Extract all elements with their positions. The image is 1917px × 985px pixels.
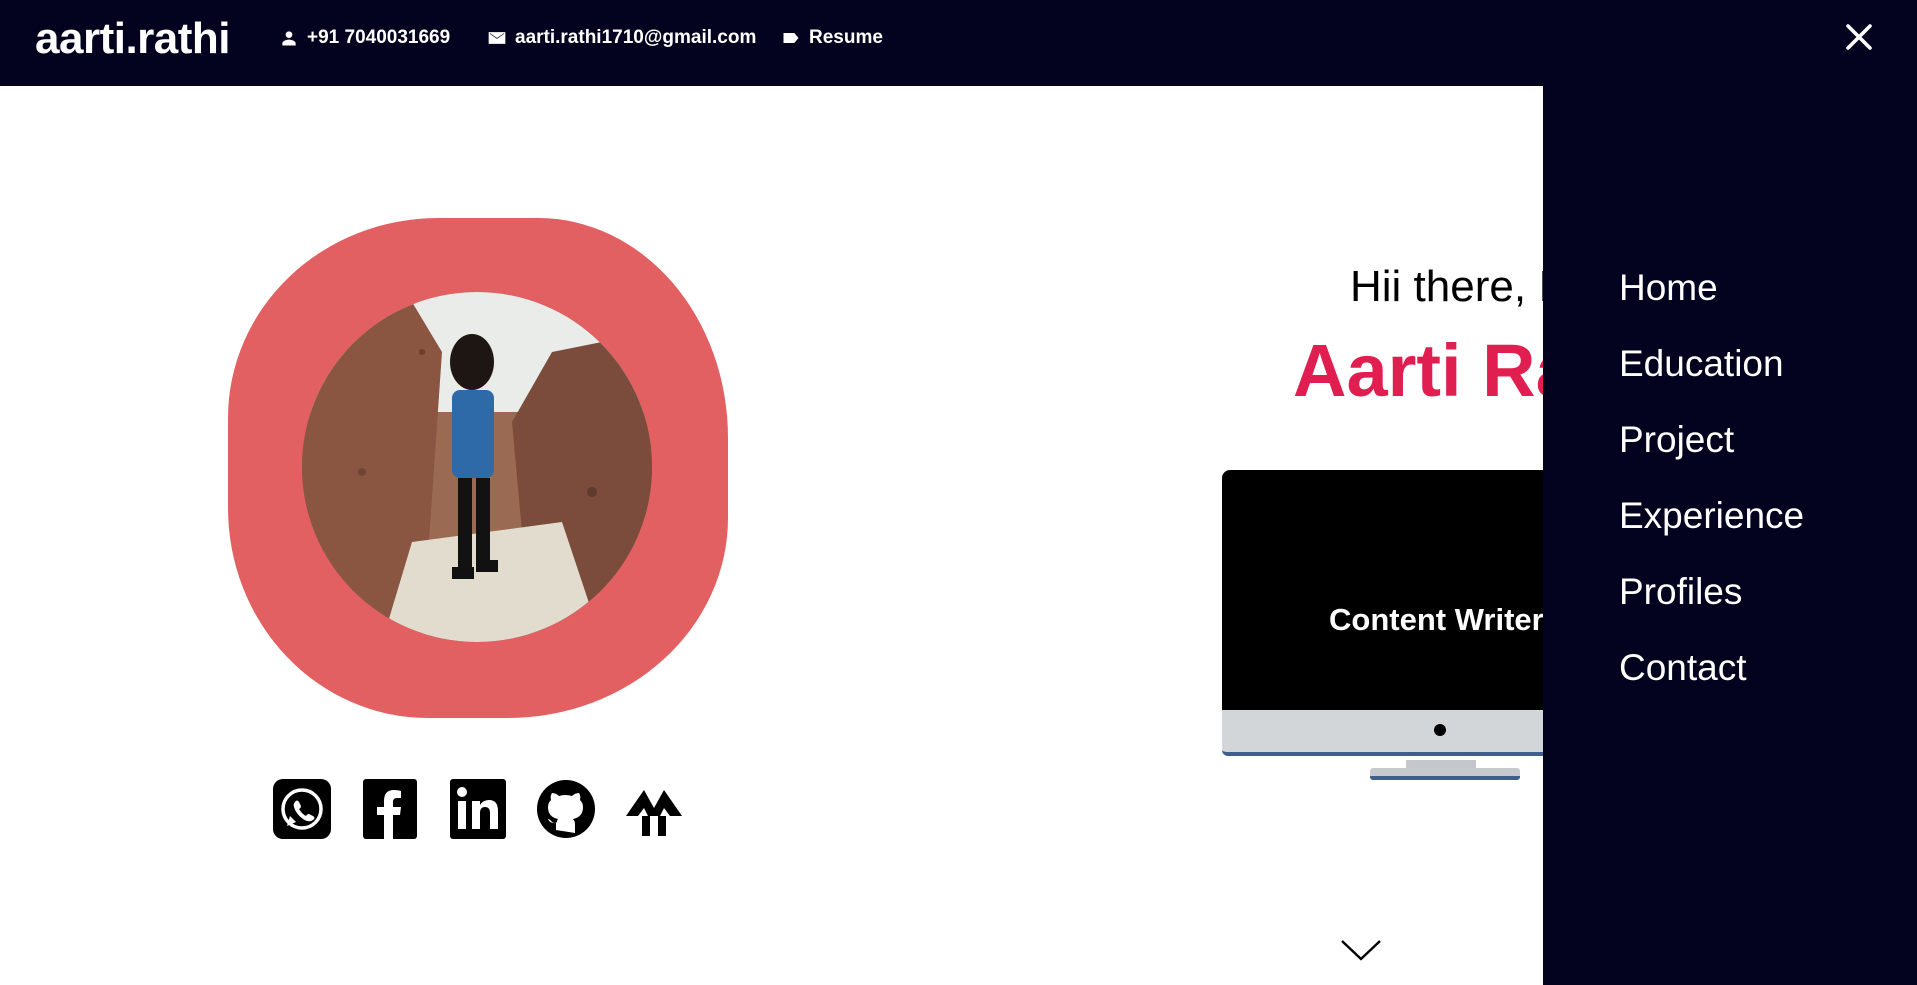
menu-item-project[interactable]: Project [1619, 418, 1804, 494]
menu-list: Home Education Project Experience Profil… [1619, 266, 1804, 722]
greeting-text: Hii there, I [1350, 262, 1551, 311]
scroll-down-button[interactable] [1340, 938, 1382, 962]
social-links [272, 778, 684, 840]
facebook-icon [363, 779, 417, 839]
codechef-link[interactable] [624, 778, 684, 840]
mail-icon [487, 28, 507, 48]
hero-name: Aarti Ra [1293, 329, 1577, 412]
side-menu: Home Education Project Experience Profil… [1543, 86, 1917, 985]
profile-photo [302, 292, 652, 642]
resume-text: Resume [809, 27, 883, 48]
phone-text: +91 7040031669 [307, 27, 451, 48]
top-navbar: aarti.rathi +91 7040031669 aarti.rathi17… [0, 0, 1917, 86]
codechef-icon [626, 790, 682, 836]
email-link[interactable]: aarti.rathi1710@gmail.com [487, 26, 756, 50]
person-icon [279, 28, 299, 48]
linkedin-link[interactable] [448, 778, 508, 840]
email-text: aarti.rathi1710@gmail.com [515, 27, 757, 48]
monitor-camera-dot [1434, 724, 1446, 736]
menu-item-experience[interactable]: Experience [1619, 494, 1804, 570]
close-icon [1846, 24, 1872, 50]
github-icon [537, 780, 595, 838]
whatsapp-icon [273, 779, 331, 839]
whatsapp-link[interactable] [272, 778, 332, 840]
monitor-base [1370, 768, 1520, 780]
brand-logo[interactable]: aarti.rathi [35, 14, 231, 64]
menu-item-contact[interactable]: Contact [1619, 646, 1804, 722]
chevron-down-icon [1341, 940, 1381, 961]
menu-item-profiles[interactable]: Profiles [1619, 570, 1804, 646]
typed-tagline: Content Writer | [1329, 602, 1561, 637]
menu-item-education[interactable]: Education [1619, 342, 1804, 418]
github-link[interactable] [536, 778, 596, 840]
label-icon [781, 28, 801, 48]
close-menu-button[interactable] [1843, 21, 1875, 53]
resume-link[interactable]: Resume [781, 26, 883, 50]
menu-item-home[interactable]: Home [1619, 266, 1804, 342]
phone-link[interactable]: +91 7040031669 [279, 26, 450, 50]
facebook-link[interactable] [360, 778, 420, 840]
linkedin-icon [450, 779, 506, 839]
